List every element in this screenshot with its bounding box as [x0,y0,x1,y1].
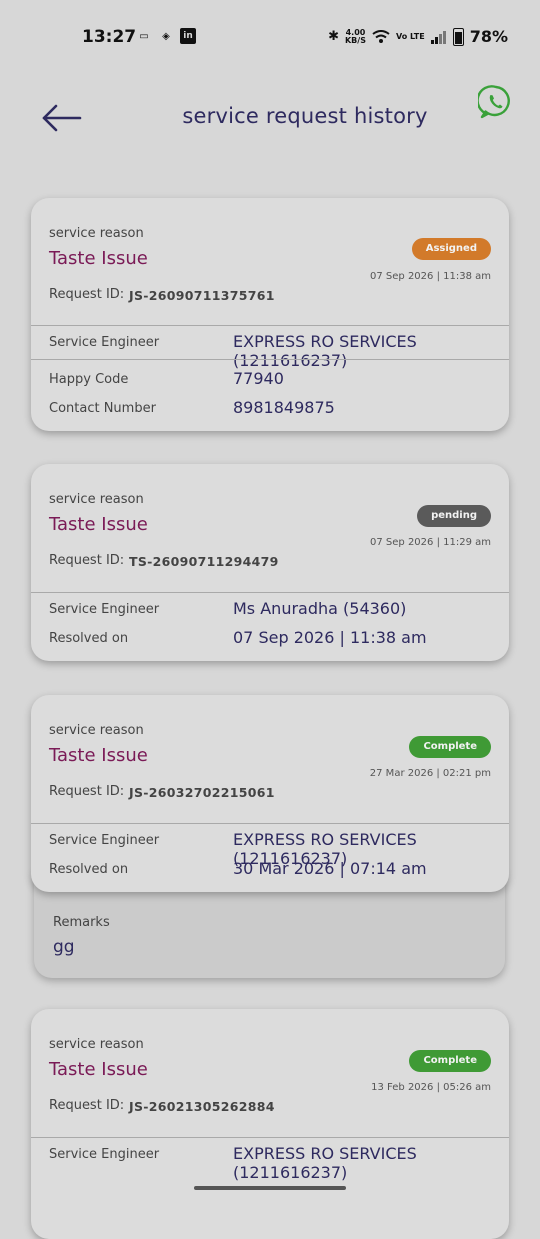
divider [31,325,509,326]
happy-code-label: Happy Code [49,372,129,387]
contact-number-label: Contact Number [49,401,156,416]
status-time: 13:27 [82,27,137,47]
gesture-bar[interactable] [194,1186,346,1190]
service-engineer-value: Ms Anuradha (54360) [233,599,407,618]
request-card[interactable]: service reason Taste Issue Complete 13 F… [31,1009,509,1239]
cloud-app-icon: ◈ [162,30,170,42]
bank-app-icon: ▭ [139,30,149,42]
page-title: service request history [182,104,428,128]
status-badge: Complete [409,736,491,758]
service-engineer-label: Service Engineer [49,602,160,617]
linkedin-icon: in [180,28,196,44]
request-date: 13 Feb 2026 | 05:26 am [371,1082,491,1093]
remarks-value: gg [53,937,75,957]
service-reason-label: service reason [49,492,144,507]
resolved-on-label: Resolved on [49,862,129,877]
resolved-on-value: 07 Sep 2026 | 11:38 am [233,628,427,647]
request-id: JS-26021305262884 [129,1099,275,1114]
battery-percent: 78% [469,27,508,46]
service-engineer-value: EXPRESS RO SERVICES (1211616237) [233,332,417,370]
request-id: JS-26090711375761 [129,288,275,303]
status-badge: Complete [409,1050,491,1072]
happy-code-value: 77940 [233,369,284,388]
status-bar: 13:27 ▭ ◈ in ✱ 4.00 KB/S Vo LTE 78% [0,0,540,70]
request-card[interactable]: service reason Taste Issue Complete 27 M… [31,695,509,892]
divider [31,359,509,360]
request-id: JS-26032702215061 [129,785,275,800]
notification-icons: ▭ ◈ in [136,28,196,44]
bluetooth-icon: ✱ [328,29,339,44]
service-engineer-label: Service Engineer [49,1147,160,1162]
resolved-on-value: 30 Mar 2026 | 07:14 am [233,859,427,878]
request-id: TS-26090711294479 [129,554,279,569]
request-date: 07 Sep 2026 | 11:29 am [370,537,491,548]
request-id-label: Request ID: [49,1098,125,1113]
service-reason: Taste Issue [49,514,148,535]
request-date: 07 Sep 2026 | 11:38 am [370,271,491,282]
status-badge: pending [417,505,491,527]
service-reason-label: service reason [49,1037,144,1052]
wifi-icon [372,29,390,43]
remarks-label: Remarks [53,915,110,930]
whatsapp-icon [476,85,510,119]
service-engineer-label: Service Engineer [49,335,160,350]
request-id-label: Request ID: [49,553,125,568]
divider [31,823,509,824]
service-reason: Taste Issue [49,248,148,269]
network-speed: 4.00 KB/S [344,27,366,45]
request-id-label: Request ID: [49,784,125,799]
service-reason-label: service reason [49,723,144,738]
whatsapp-button[interactable] [476,84,514,120]
service-engineer-value: EXPRESS RO SERVICES (1211616237) [233,1144,417,1182]
service-reason: Taste Issue [49,1059,148,1080]
request-card[interactable]: service reason Taste Issue pending 07 Se… [31,464,509,661]
status-badge: Assigned [411,238,491,260]
service-engineer-label: Service Engineer [49,833,160,848]
signal-icon [430,30,446,44]
battery-icon [452,27,464,46]
divider [31,1137,509,1138]
resolved-on-label: Resolved on [49,631,129,646]
system-icons: ✱ 4.00 KB/S Vo LTE 78% [328,27,508,46]
request-id-label: Request ID: [49,287,125,302]
service-reason: Taste Issue [49,745,148,766]
contact-number-value: 8981849875 [233,398,335,417]
volte-indicator: Vo LTE [395,31,425,41]
service-reason-label: service reason [49,226,144,241]
divider [31,592,509,593]
request-date: 27 Mar 2026 | 02:21 pm [369,768,491,779]
request-card[interactable]: service reason Taste Issue Assigned 07 S… [31,198,509,431]
